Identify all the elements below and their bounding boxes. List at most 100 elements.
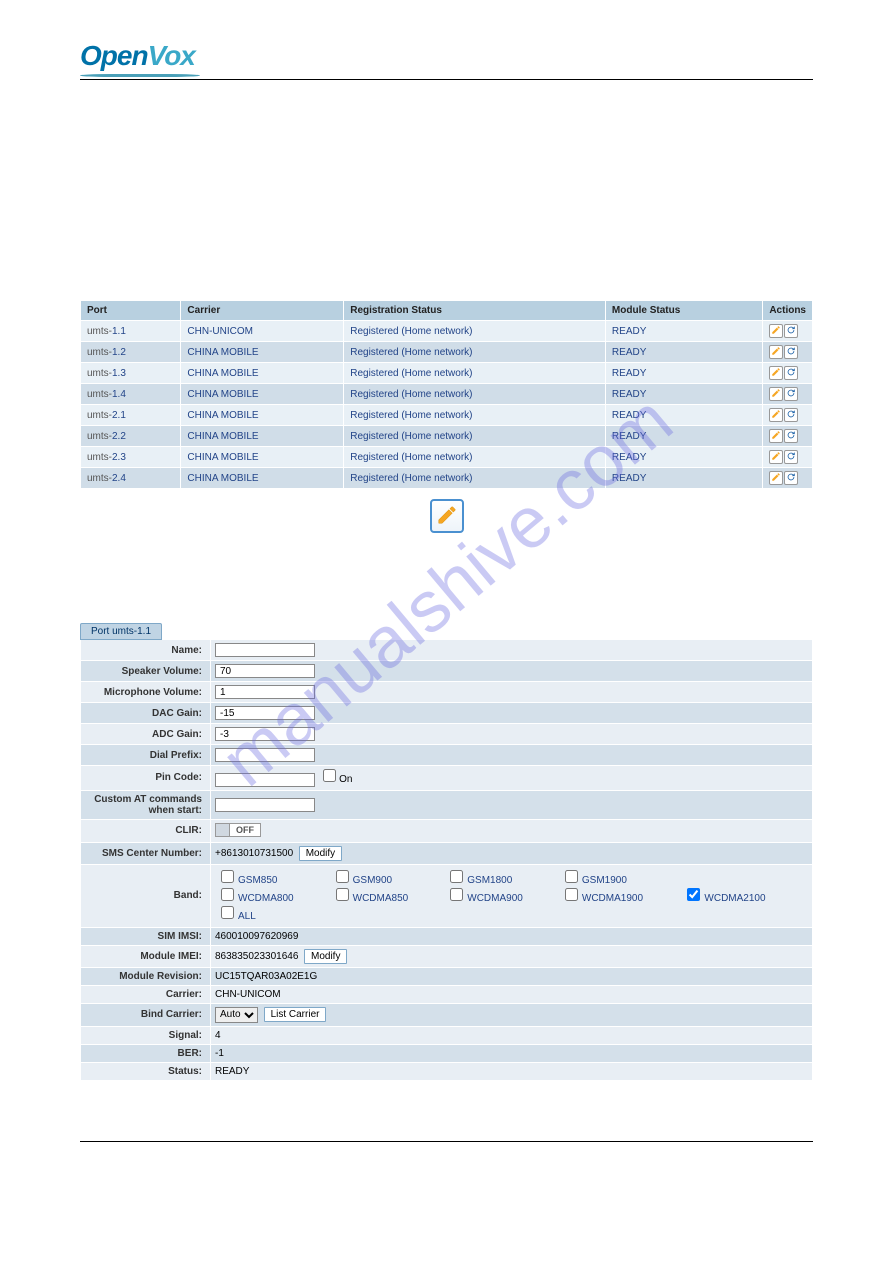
pencil-icon (771, 430, 781, 443)
pencil-icon (771, 472, 781, 485)
carrier-link[interactable]: CHINA MOBILE (187, 347, 258, 358)
refresh-action-button[interactable] (784, 324, 798, 338)
band-wcdma900-link[interactable]: WCDMA900 (467, 893, 523, 904)
band-wcdma800-checkbox[interactable] (221, 888, 234, 901)
pin-input[interactable] (215, 773, 315, 787)
band-wcdma850-link[interactable]: WCDMA850 (353, 893, 409, 904)
band-wcdma1900-checkbox[interactable] (565, 888, 578, 901)
band-wcdma900-checkbox[interactable] (450, 888, 463, 901)
carrier-link[interactable]: CHINA MOBILE (187, 452, 258, 463)
band-wcdma2100-checkbox[interactable] (687, 888, 700, 901)
imei-modify-button[interactable]: Modify (304, 949, 347, 964)
ports-table: Port Carrier Registration Status Module … (80, 300, 813, 489)
th-mod: Module Status (605, 301, 762, 321)
band-gsm1900-link[interactable]: GSM1900 (582, 875, 627, 886)
imei-value: 863835023301646 (215, 951, 298, 962)
status-label: Status: (81, 1062, 211, 1080)
imsi-label: SIM IMSI: (81, 927, 211, 945)
pin-label: Pin Code: (81, 766, 211, 791)
carrier-link[interactable]: CHINA MOBILE (187, 368, 258, 379)
speaker-input[interactable] (215, 664, 315, 678)
band-gsm1800-checkbox[interactable] (450, 870, 463, 883)
table-row: umts-2.1 CHINA MOBILE Registered (Home net… (81, 405, 813, 426)
refresh-icon (786, 367, 796, 380)
edit-action-button[interactable] (769, 345, 783, 359)
port-link[interactable]: umts-1.3 (87, 368, 126, 379)
band-wcdma2100-link[interactable]: WCDMA2100 (704, 893, 765, 904)
edit-action-button[interactable] (769, 387, 783, 401)
adc-input[interactable] (215, 727, 315, 741)
dial-prefix-label: Dial Prefix: (81, 745, 211, 766)
clir-toggle[interactable]: OFF (215, 823, 261, 837)
dac-input[interactable] (215, 706, 315, 720)
band-all-link[interactable]: ALL (238, 911, 256, 922)
edit-action-button[interactable] (769, 408, 783, 422)
carrier-link[interactable]: CHINA MOBILE (187, 473, 258, 484)
table-row: umts-1.2 CHINA MOBILE Registered (Home net… (81, 342, 813, 363)
ber-label: BER: (81, 1044, 211, 1062)
port-form: Name: Speaker Volume: Microphone Volume:… (80, 639, 813, 1081)
carrier-link[interactable]: CHINA MOBILE (187, 410, 258, 421)
refresh-action-button[interactable] (784, 408, 798, 422)
band-gsm1800-link[interactable]: GSM1800 (467, 875, 512, 886)
sms-modify-button[interactable]: Modify (299, 846, 342, 861)
module-status-link[interactable]: READY (612, 326, 646, 337)
pencil-icon (771, 451, 781, 464)
reg-status-link[interactable]: Registered (Home network) (350, 368, 472, 379)
port-link[interactable]: umts-1.4 (87, 389, 126, 400)
band-gsm900-link[interactable]: GSM900 (353, 875, 392, 886)
adc-label: ADC Gain: (81, 724, 211, 745)
module-status-link[interactable]: READY (612, 473, 646, 484)
carrier-link[interactable]: CHINA MOBILE (187, 389, 258, 400)
dial-prefix-input[interactable] (215, 748, 315, 762)
band-wcdma800-link[interactable]: WCDMA800 (238, 893, 294, 904)
reg-status-link[interactable]: Registered (Home network) (350, 473, 472, 484)
name-input[interactable] (215, 643, 315, 657)
band-all-checkbox[interactable] (221, 906, 234, 919)
refresh-action-button[interactable] (784, 471, 798, 485)
band-gsm850-link[interactable]: GSM850 (238, 875, 277, 886)
port-link[interactable]: umts-2.4 (87, 473, 126, 484)
carrier-link[interactable]: CHN-UNICOM (187, 326, 253, 337)
reg-status-link[interactable]: Registered (Home network) (350, 347, 472, 358)
band-wcdma1900-link[interactable]: WCDMA1900 (582, 893, 643, 904)
mic-input[interactable] (215, 685, 315, 699)
module-status-link[interactable]: READY (612, 347, 646, 358)
module-status-link[interactable]: READY (612, 452, 646, 463)
refresh-action-button[interactable] (784, 387, 798, 401)
reg-status-link[interactable]: Registered (Home network) (350, 452, 472, 463)
refresh-action-button[interactable] (784, 345, 798, 359)
pin-on-checkbox[interactable] (323, 769, 336, 782)
module-status-link[interactable]: READY (612, 389, 646, 400)
module-status-link[interactable]: READY (612, 410, 646, 421)
reg-status-link[interactable]: Registered (Home network) (350, 326, 472, 337)
band-gsm850-checkbox[interactable] (221, 870, 234, 883)
port-link[interactable]: umts-1.2 (87, 347, 126, 358)
edit-action-button[interactable] (769, 324, 783, 338)
logo-open: Open (80, 40, 148, 72)
edit-port-button[interactable] (430, 499, 464, 533)
bind-carrier-select[interactable]: Auto (215, 1007, 258, 1023)
band-gsm900-checkbox[interactable] (336, 870, 349, 883)
port-link[interactable]: umts-1.1 (87, 326, 126, 337)
edit-action-button[interactable] (769, 471, 783, 485)
at-commands-input[interactable] (215, 798, 315, 812)
edit-action-button[interactable] (769, 366, 783, 380)
edit-action-button[interactable] (769, 429, 783, 443)
band-wcdma850-checkbox[interactable] (336, 888, 349, 901)
refresh-action-button[interactable] (784, 366, 798, 380)
port-link[interactable]: umts-2.3 (87, 452, 126, 463)
refresh-action-button[interactable] (784, 450, 798, 464)
module-status-link[interactable]: READY (612, 431, 646, 442)
module-status-link[interactable]: READY (612, 368, 646, 379)
reg-status-link[interactable]: Registered (Home network) (350, 431, 472, 442)
reg-status-link[interactable]: Registered (Home network) (350, 410, 472, 421)
refresh-action-button[interactable] (784, 429, 798, 443)
edit-action-button[interactable] (769, 450, 783, 464)
port-link[interactable]: umts-2.2 (87, 431, 126, 442)
port-link[interactable]: umts-2.1 (87, 410, 126, 421)
band-gsm1900-checkbox[interactable] (565, 870, 578, 883)
reg-status-link[interactable]: Registered (Home network) (350, 389, 472, 400)
list-carrier-button[interactable]: List Carrier (264, 1007, 327, 1022)
carrier-link[interactable]: CHINA MOBILE (187, 431, 258, 442)
